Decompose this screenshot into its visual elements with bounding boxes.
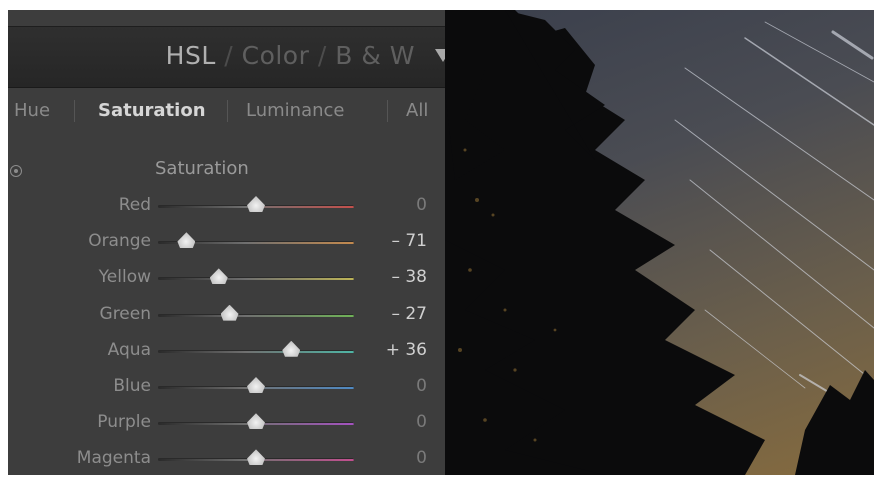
panel-header-tabs: HSL / Color / B & W (166, 41, 415, 70)
slider-thumb-aqua[interactable] (282, 340, 301, 357)
slider-thumb-green[interactable] (220, 304, 239, 321)
tab-saturation[interactable]: Saturation (98, 100, 206, 121)
slider-row-red: Red 0 (8, 193, 445, 223)
tab-all[interactable]: All (406, 100, 428, 121)
panel-header: HSL / Color / B & W (8, 26, 445, 88)
slider-value-purple[interactable]: 0 (416, 412, 427, 432)
tab-hue[interactable]: Hue (14, 100, 50, 121)
tab-divider (74, 100, 75, 122)
header-separator: / (224, 41, 234, 70)
slider-value-blue[interactable]: 0 (416, 376, 427, 396)
target-adjust-icon[interactable] (10, 165, 22, 177)
slider-row-magenta: Magenta 0 (8, 446, 445, 475)
slider-thumb-blue[interactable] (247, 377, 265, 393)
header-tab-bw[interactable]: B & W (335, 41, 415, 70)
slider-row-aqua: Aqua + 36 (8, 338, 445, 368)
slider-track-aqua[interactable] (158, 349, 354, 353)
slider-label-orange: Orange (88, 231, 151, 252)
slider-value-red[interactable]: 0 (416, 195, 427, 215)
triangle-down-icon[interactable] (435, 49, 445, 62)
slider-row-green: Green – 27 (8, 302, 445, 332)
slider-thumb-yellow[interactable] (209, 268, 228, 285)
photo-image (445, 10, 874, 475)
slider-label-blue: Blue (113, 376, 151, 396)
hsl-subtabs: Hue Saturation Luminance All (8, 96, 445, 136)
star-trails-photo (445, 10, 874, 475)
slider-value-aqua[interactable]: + 36 (386, 340, 427, 360)
section-title: Saturation (155, 158, 249, 179)
slider-thumb-magenta[interactable] (247, 449, 265, 466)
slider-thumb-red[interactable] (247, 196, 265, 212)
tab-luminance[interactable]: Luminance (246, 100, 344, 121)
slider-track-yellow[interactable] (158, 277, 354, 281)
slider-label-aqua: Aqua (107, 339, 151, 360)
slider-row-blue: Blue 0 (8, 374, 445, 404)
slider-label-red: Red (118, 195, 151, 215)
tab-divider (387, 100, 388, 122)
slider-row-orange: Orange – 71 (8, 229, 445, 259)
slider-thumb-purple[interactable] (247, 413, 265, 430)
slider-label-purple: Purple (97, 412, 151, 433)
tab-divider (227, 100, 228, 122)
slider-value-green[interactable]: – 27 (391, 304, 427, 324)
slider-row-purple: Purple 0 (8, 410, 445, 440)
slider-row-yellow: Yellow – 38 (8, 265, 445, 295)
slider-track-green[interactable] (158, 313, 354, 317)
header-tab-hsl[interactable]: HSL (166, 41, 216, 70)
slider-label-magenta: Magenta (76, 448, 151, 469)
slider-label-green: Green (99, 303, 151, 324)
slider-label-yellow: Yellow (98, 267, 151, 288)
hsl-panel: HSL / Color / B & W Hue Saturation Lumin… (8, 10, 445, 475)
slider-value-yellow[interactable]: – 38 (391, 267, 427, 287)
slider-value-orange[interactable]: – 71 (391, 231, 427, 251)
slider-value-magenta[interactable]: 0 (416, 448, 427, 468)
slider-thumb-orange[interactable] (177, 232, 196, 249)
header-tab-color[interactable]: Color (242, 41, 310, 70)
header-separator: / (317, 41, 327, 70)
